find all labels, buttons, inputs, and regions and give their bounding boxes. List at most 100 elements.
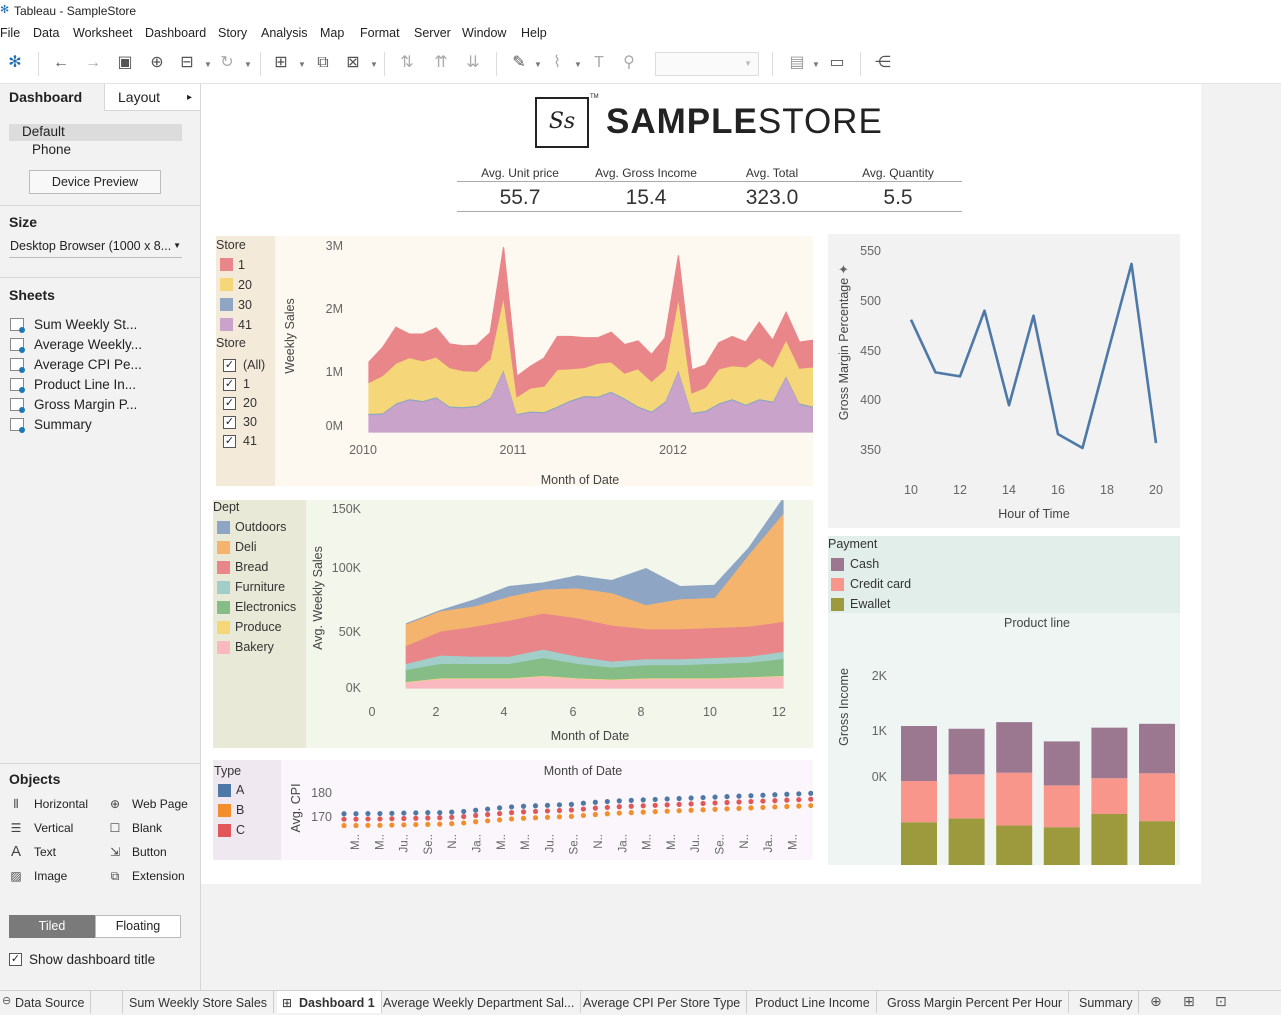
x-tick-label: M.. <box>520 834 532 850</box>
x-tick-label: Ju.. <box>399 834 411 853</box>
tab-sheet[interactable]: Average CPI Per Store Type <box>577 991 748 1013</box>
highlight-icon[interactable]: ✎ <box>508 52 530 74</box>
clear-sheet-icon[interactable]: ⊠ <box>342 52 364 74</box>
labels-icon[interactable]: T <box>588 52 610 74</box>
cpi-point <box>544 814 551 820</box>
cpi-point <box>772 804 778 810</box>
tiled-toggle[interactable]: Tiled <box>9 915 95 938</box>
menu-worksheet[interactable]: Worksheet <box>73 26 133 40</box>
menu-help[interactable]: Help <box>521 26 547 40</box>
menu-format[interactable]: Format <box>360 26 400 40</box>
fit-dropdown[interactable]: ▼ <box>655 52 759 76</box>
filter-checkbox[interactable]: ✓ <box>223 435 236 448</box>
filter-checkbox[interactable]: ✓ <box>223 359 236 372</box>
cpi-point <box>724 799 730 806</box>
object-vertical[interactable]: Vertical <box>34 821 73 835</box>
device-default[interactable]: Default <box>9 124 182 141</box>
cpi-point <box>724 806 730 812</box>
filter-checkbox[interactable]: ✓ <box>223 397 236 410</box>
object-text[interactable]: Text <box>34 845 56 859</box>
floating-toggle[interactable]: Floating <box>95 915 181 938</box>
sheet-item[interactable]: Average Weekly... <box>34 337 142 352</box>
cpi-point <box>365 810 371 817</box>
share-icon[interactable]: ⋲ <box>872 52 894 74</box>
undo-icon[interactable]: ← <box>50 52 72 74</box>
menu-story[interactable]: Story <box>218 26 247 40</box>
new-data-source-icon[interactable]: ⊕ <box>146 52 168 74</box>
filter-checkbox[interactable]: ✓ <box>223 378 236 391</box>
legend-label: Furniture <box>235 580 286 594</box>
y-tick-label: 100K <box>332 561 362 575</box>
cpi-point <box>425 810 431 816</box>
cpi-point <box>341 811 347 817</box>
sheet-item[interactable]: Product Line In... <box>34 377 136 392</box>
pin-icon[interactable]: ⚲ <box>618 52 640 74</box>
menu-window[interactable]: Window <box>462 26 506 40</box>
tableau-logo-icon: ✻ <box>0 4 10 16</box>
object-web-page[interactable]: Web Page <box>132 797 188 811</box>
tab-sheet[interactable]: Sum Weekly Store Sales <box>122 991 275 1013</box>
object-blank[interactable]: Blank <box>132 821 162 835</box>
menu-bar: File Data Worksheet Dashboard Story Anal… <box>0 22 1281 44</box>
sheet-item[interactable]: Average CPI Pe... <box>34 357 142 372</box>
tab-sheet[interactable]: Gross Margin Percent Per Hour <box>881 991 1070 1013</box>
filter-checkbox[interactable]: ✓ <box>223 416 236 429</box>
tab-dashboard-1[interactable]: ⊞ Dashboard 1 <box>277 991 382 1013</box>
object-button[interactable]: Button <box>132 845 167 859</box>
cpi-point <box>808 802 813 809</box>
kpi-label: Avg. Quantity <box>862 166 934 180</box>
new-story-icon[interactable]: ⊡ <box>1215 993 1227 1010</box>
cpi-point <box>365 816 371 822</box>
tab-sheet[interactable]: Summary <box>1073 991 1140 1013</box>
size-dropdown[interactable]: Desktop Browser (1000 x 8... ▼ <box>9 238 182 258</box>
sheet-item[interactable]: Summary <box>34 417 92 432</box>
x-tick-label: M.. <box>350 834 362 850</box>
sheet-item[interactable]: Sum Weekly St... <box>34 317 137 332</box>
menu-dashboard[interactable]: Dashboard <box>145 26 206 40</box>
dept-legend-title: Dept <box>213 500 240 514</box>
swap-icon[interactable]: ⇅ <box>396 52 418 74</box>
new-dashboard-icon[interactable]: ⊞ <box>1183 993 1195 1010</box>
refresh-icon[interactable]: ↻ <box>216 52 238 74</box>
tab-data-source[interactable]: Data Source <box>9 991 92 1013</box>
new-worksheet-icon[interactable]: ⊕ <box>1150 993 1162 1010</box>
redo-icon[interactable]: → <box>82 52 104 74</box>
tab-sheet[interactable]: Product Line Income <box>749 991 877 1013</box>
menu-analysis[interactable]: Analysis <box>261 26 308 40</box>
new-sheet-icon[interactable]: ⊞ <box>270 52 292 74</box>
object-image[interactable]: Image <box>34 869 67 883</box>
group-icon[interactable]: ⌇ <box>546 52 568 74</box>
sheet-item[interactable]: Gross Margin P... <box>34 397 137 412</box>
bar-segment <box>1139 821 1175 865</box>
cpi-point <box>748 805 754 811</box>
sort-descending-icon[interactable]: ⇊ <box>462 52 484 74</box>
legend-label: Electronics <box>235 600 297 614</box>
dashboard-icon: ⊞ <box>282 996 293 1010</box>
pause-updates-icon[interactable]: ⊟ <box>176 52 198 74</box>
bar-segment <box>1139 773 1175 822</box>
save-icon[interactable]: ▣ <box>114 52 136 74</box>
presentation-mode-icon[interactable]: ▭ <box>826 52 848 74</box>
object-extension[interactable]: Extension <box>132 869 185 883</box>
cpi-point <box>628 810 634 816</box>
x-tick-label: 10 <box>904 483 918 497</box>
menu-map[interactable]: Map <box>320 26 344 40</box>
tab-sheet[interactable]: Average Weekly Department Sal... <box>377 991 582 1013</box>
x-tick-label: 8 <box>638 705 645 719</box>
tab-layout[interactable]: Layout ▸ <box>105 84 200 111</box>
y-tick-label: 180 <box>311 786 332 800</box>
object-horizontal[interactable]: Horizontal <box>34 797 88 811</box>
show-title-checkbox[interactable]: ✓ <box>9 953 22 966</box>
tableau-home-icon[interactable]: ✻ <box>4 52 26 74</box>
tab-dashboard[interactable]: Dashboard <box>0 84 105 111</box>
device-phone[interactable]: Phone <box>32 142 71 157</box>
device-preview-button[interactable]: Device Preview <box>29 170 161 194</box>
tab-dropdown-icon[interactable]: ▸ <box>187 84 192 111</box>
duplicate-sheet-icon[interactable]: ⧉ <box>312 52 334 74</box>
menu-data[interactable]: Data <box>33 26 59 40</box>
sort-ascending-icon[interactable]: ⇈ <box>430 52 452 74</box>
cpi-point <box>700 807 706 813</box>
menu-server[interactable]: Server <box>414 26 451 40</box>
show-cards-icon[interactable]: ▤ <box>786 52 808 74</box>
menu-file[interactable]: File <box>0 26 20 40</box>
